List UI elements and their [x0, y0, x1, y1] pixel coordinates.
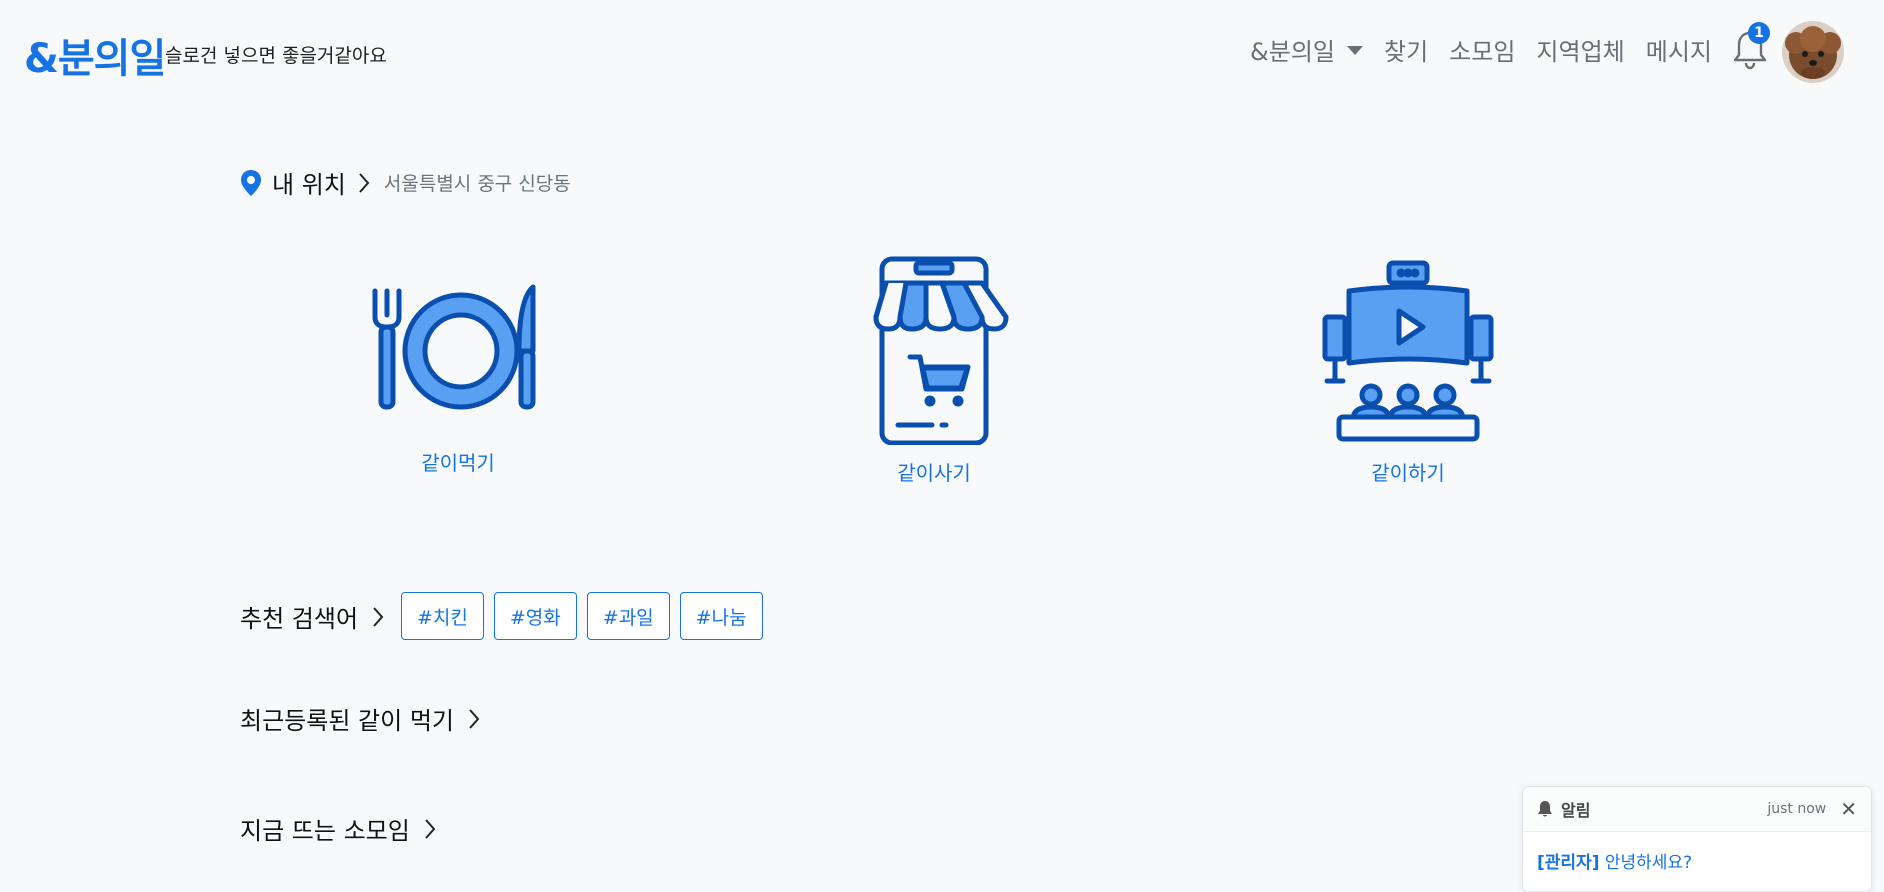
toast-text: 안녕하세요? [1599, 853, 1693, 873]
hot-groups-title: 지금 뜨는 소모임 [240, 817, 410, 845]
location-pin-icon [241, 169, 261, 196]
top-navbar: &분의일 슬로건 넣으면 좋을거같아요 &분의일 찾기 소모임 지역업체 메시지… [0, 0, 1884, 100]
store-cart-icon [873, 256, 1009, 445]
brand-logo[interactable]: &분의일 [24, 26, 166, 84]
toast-time: just now [1767, 801, 1827, 817]
main-nav: &분의일 찾기 소모임 지역업체 메시지 [1250, 32, 1712, 67]
toast-sender: [관리자] [1537, 853, 1600, 873]
location-address: 서울특별시 중구 신당동 [383, 173, 571, 195]
recent-eat-together-heading[interactable]: 최근등록된 같이 먹기 [240, 701, 480, 736]
category-label: 같이먹기 [421, 451, 495, 475]
my-location[interactable]: 내 위치 서울특별시 중구 신당동 [240, 165, 571, 200]
bell-icon [1538, 801, 1552, 817]
nav-groups[interactable]: 소모임 [1449, 32, 1515, 67]
category-do-together[interactable]: 같이하기 [1308, 255, 1508, 486]
nav-find[interactable]: 찾기 [1384, 32, 1428, 67]
caret-down-icon [1347, 45, 1363, 55]
category-label: 같이하기 [1371, 461, 1445, 485]
hot-groups-heading[interactable]: 지금 뜨는 소모임 [240, 811, 436, 846]
cinema-icon [1322, 260, 1494, 442]
chevron-right-icon [373, 606, 384, 627]
category-label: 같이사기 [897, 461, 971, 485]
recommended-search-title: 추천 검색어 [240, 605, 359, 633]
category-buy-together[interactable]: 같이사기 [834, 255, 1034, 486]
nav-brand-dropdown[interactable]: &분의일 [1250, 32, 1363, 67]
chevron-right-icon [359, 172, 370, 193]
location-label: 내 위치 [272, 171, 346, 199]
toast-message[interactable]: [관리자] 안녕하세요? [1523, 832, 1871, 889]
toast-header: 알림 just now ✕ [1523, 787, 1871, 832]
notification-toast: 알림 just now ✕ [관리자] 안녕하세요? [1522, 786, 1872, 892]
chevron-right-icon [425, 818, 436, 839]
nav-local-business[interactable]: 지역업체 [1536, 32, 1624, 67]
nav-messages[interactable]: 메시지 [1646, 32, 1712, 67]
recommended-tags: #치킨 #영화 #과일 #나눔 [401, 592, 773, 640]
tag-fruit[interactable]: #과일 [586, 592, 670, 640]
tag-chicken[interactable]: #치킨 [401, 592, 484, 640]
nav-brand-label: &분의일 [1250, 38, 1335, 66]
plate-cutlery-icon [372, 284, 536, 410]
close-icon[interactable]: ✕ [1840, 797, 1857, 821]
tag-sharing[interactable]: #나눔 [679, 592, 763, 640]
avatar[interactable] [1782, 21, 1844, 83]
recent-eat-together-title: 최근등록된 같이 먹기 [240, 707, 454, 735]
slogan: 슬로건 넣으면 좋을거같아요 [165, 45, 387, 67]
recommended-search-heading[interactable]: 추천 검색어 [240, 599, 384, 634]
category-eat-together[interactable]: 같이먹기 [358, 255, 558, 476]
tag-movie[interactable]: #영화 [493, 592, 577, 640]
toast-title: 알림 [1561, 801, 1591, 820]
chevron-right-icon [469, 708, 480, 729]
notification-badge: 1 [1748, 22, 1770, 44]
